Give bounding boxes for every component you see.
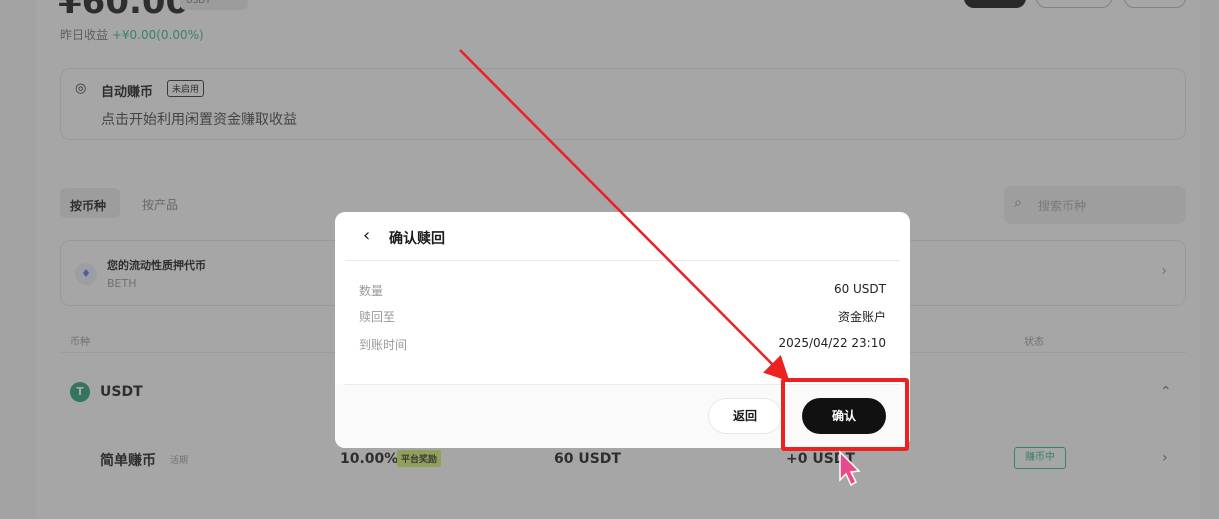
pointer-cursor-icon — [839, 450, 861, 487]
arrow-line — [459, 49, 790, 382]
annotation-arrow — [459, 49, 861, 487]
